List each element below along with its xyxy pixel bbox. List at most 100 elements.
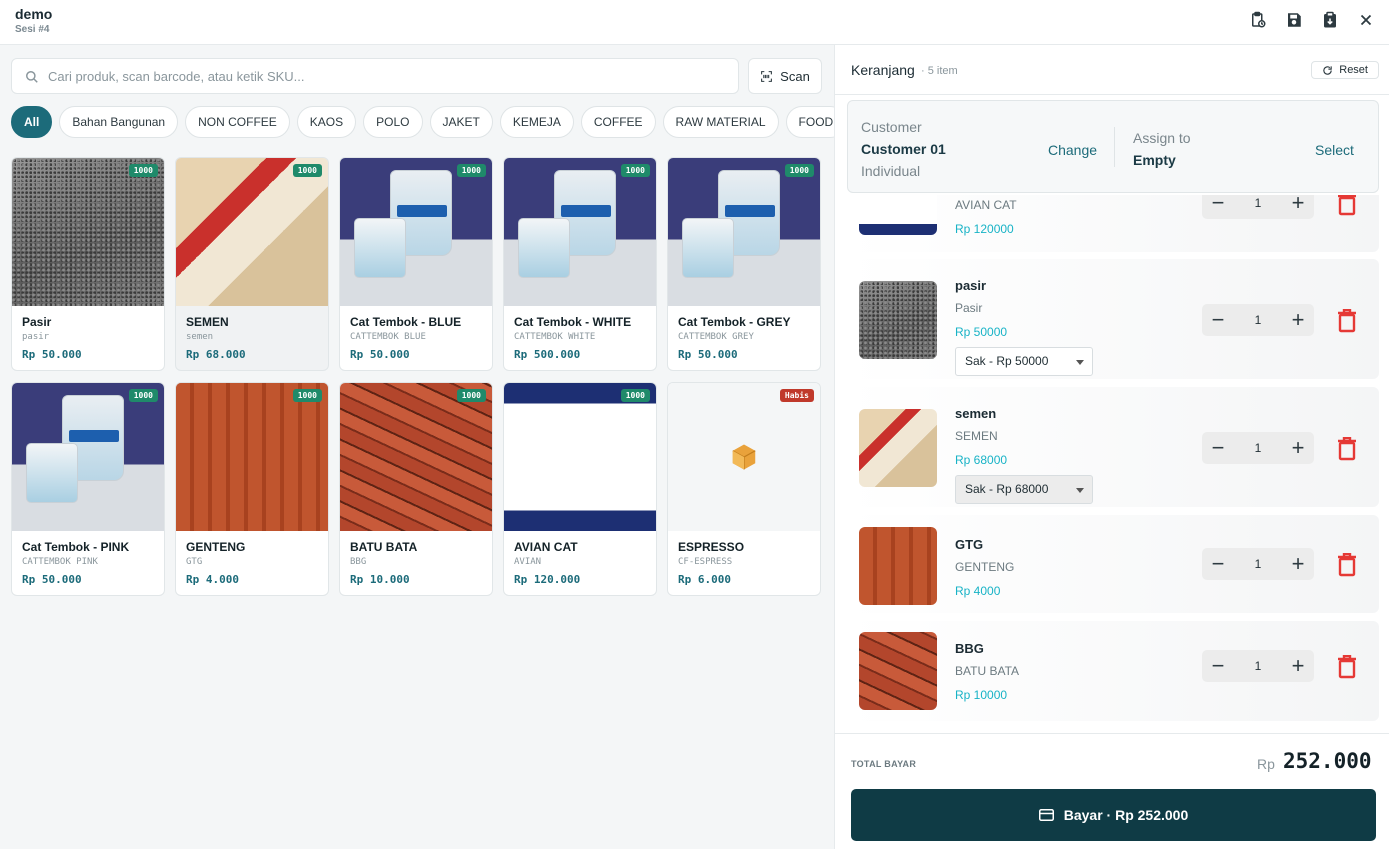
product-name: ESPRESSO bbox=[678, 540, 745, 554]
product-card[interactable]: 1000 SEMEN semen Rp 68.000 bbox=[175, 157, 329, 371]
reset-button[interactable]: Reset bbox=[1311, 61, 1379, 79]
product-sku: CATTEMBOK GREY bbox=[678, 332, 754, 342]
cart-item: GTG GENTENG Rp 4000 − 1 + bbox=[847, 515, 1379, 613]
package-icon bbox=[732, 444, 756, 470]
scan-label: Scan bbox=[780, 68, 810, 84]
session-label: Sesi #4 bbox=[15, 24, 50, 35]
trash-icon[interactable] bbox=[1337, 195, 1357, 216]
close-icon[interactable] bbox=[1357, 11, 1375, 29]
top-bar: demo Sesi #4 bbox=[0, 0, 1389, 45]
product-card[interactable]: 1000 Cat Tembok - GREY CATTEMBOK GREY Rp… bbox=[667, 157, 821, 371]
product-card[interactable]: 1000 AVIAN CAT AVIAN Rp 120.000 bbox=[503, 382, 657, 596]
product-sku: BBG bbox=[350, 557, 367, 567]
category-chip[interactable]: RAW MATERIAL bbox=[662, 106, 779, 138]
save-icon[interactable] bbox=[1285, 11, 1303, 29]
trash-icon[interactable] bbox=[1337, 552, 1357, 577]
product-sku: GTG bbox=[186, 557, 203, 567]
product-price: Rp 50.000 bbox=[350, 348, 410, 361]
product-card[interactable]: 1000 BATU BATA BBG Rp 10.000 bbox=[339, 382, 493, 596]
pay-button[interactable]: Bayar · Rp 252.000 bbox=[851, 789, 1376, 841]
product-image: 1000 bbox=[504, 158, 656, 306]
unit-select[interactable]: Sak - Rp 68000 bbox=[955, 475, 1093, 504]
increase-button[interactable]: + bbox=[1282, 548, 1314, 580]
product-card[interactable]: Habis ESPRESSO CF-ESPRESS Rp 6.000 bbox=[667, 382, 821, 596]
category-chip[interactable]: JAKET bbox=[429, 106, 493, 138]
cart-item-sku: Pasir bbox=[955, 301, 983, 315]
quantity-stepper: − 1 + bbox=[1202, 650, 1314, 682]
decrease-button[interactable]: − bbox=[1202, 432, 1234, 464]
clipboard-icon[interactable] bbox=[1321, 11, 1339, 29]
increase-button[interactable]: + bbox=[1282, 650, 1314, 682]
assign-select-button[interactable]: Select bbox=[1315, 142, 1354, 158]
quantity-stepper: − 1 + bbox=[1202, 304, 1314, 336]
cart-item-price: Rp 10000 bbox=[955, 688, 1008, 702]
trash-icon[interactable] bbox=[1337, 654, 1357, 679]
cart-item-image bbox=[859, 281, 937, 359]
scan-button[interactable]: Scan bbox=[748, 58, 822, 94]
product-panel: Scan AllBahan BangunanNON COFFEEKAOSPOLO… bbox=[0, 45, 834, 849]
category-chip[interactable]: Bahan Bangunan bbox=[59, 106, 179, 138]
category-chip[interactable]: KEMEJA bbox=[499, 106, 574, 138]
category-chip[interactable]: FOOD bbox=[785, 106, 834, 138]
divider bbox=[835, 94, 1389, 95]
stock-badge: 1000 bbox=[620, 389, 650, 402]
cart-item-image bbox=[859, 632, 937, 710]
barcode-scan-icon bbox=[761, 70, 773, 82]
product-price: Rp 10.000 bbox=[350, 573, 410, 586]
assign-label: Assign to bbox=[1133, 130, 1191, 146]
stock-badge: 1000 bbox=[292, 164, 322, 177]
stock-badge: 1000 bbox=[620, 164, 650, 177]
decrease-button[interactable]: − bbox=[1202, 650, 1234, 682]
product-card[interactable]: 1000 Pasir pasir Rp 50.000 bbox=[11, 157, 165, 371]
customer-box: Customer Customer 01 Individual Change A… bbox=[847, 100, 1379, 193]
product-card[interactable]: 1000 Cat Tembok - WHITE CATTEMBOK WHITE … bbox=[503, 157, 657, 371]
search-input[interactable] bbox=[48, 59, 728, 93]
clipboard-clock-icon[interactable] bbox=[1249, 11, 1267, 29]
decrease-button[interactable]: − bbox=[1202, 304, 1234, 336]
unit-select[interactable]: Sak - Rp 50000 bbox=[955, 347, 1093, 376]
category-chip[interactable]: KAOS bbox=[296, 106, 357, 138]
change-customer-button[interactable]: Change bbox=[1048, 142, 1097, 158]
product-image: 1000 bbox=[340, 158, 492, 306]
top-actions bbox=[1249, 11, 1375, 29]
product-name: SEMEN bbox=[186, 315, 229, 329]
stock-badge: 1000 bbox=[128, 389, 158, 402]
category-chip[interactable]: NON COFFEE bbox=[185, 106, 290, 138]
product-card[interactable]: 1000 GENTENG GTG Rp 4.000 bbox=[175, 382, 329, 596]
category-chip[interactable]: POLO bbox=[363, 106, 423, 138]
category-chip[interactable]: COFFEE bbox=[580, 106, 656, 138]
product-image: 1000 bbox=[504, 383, 656, 531]
product-price: Rp 68.000 bbox=[186, 348, 246, 361]
product-name: Cat Tembok - WHITE bbox=[514, 315, 632, 329]
increase-button[interactable]: + bbox=[1282, 195, 1314, 219]
cart-item-price: Rp 120000 bbox=[955, 222, 1014, 236]
product-name: BATU BATA bbox=[350, 540, 418, 554]
divider bbox=[1114, 127, 1115, 167]
stock-badge: 1000 bbox=[128, 164, 158, 177]
product-sku: CATTEMBOK PINK bbox=[22, 557, 98, 567]
product-image: 1000 bbox=[176, 383, 328, 531]
product-price: Rp 120.000 bbox=[514, 573, 581, 586]
product-price: Rp 50.000 bbox=[22, 573, 82, 586]
decrease-button[interactable]: − bbox=[1202, 195, 1234, 219]
cart-items: AVIAN CAT Rp 120000 − 1 + pasir Pasir Rp… bbox=[835, 195, 1389, 733]
category-chip-all[interactable]: All bbox=[11, 106, 53, 138]
trash-icon[interactable] bbox=[1337, 308, 1357, 333]
stock-badge: 1000 bbox=[292, 389, 322, 402]
unit-select-value: Sak - Rp 50000 bbox=[965, 354, 1049, 368]
trash-icon[interactable] bbox=[1337, 436, 1357, 461]
cart-item-title: pasir bbox=[955, 278, 987, 293]
out-of-stock-badge: Habis bbox=[779, 389, 814, 402]
decrease-button[interactable]: − bbox=[1202, 548, 1234, 580]
product-name: Pasir bbox=[22, 315, 52, 329]
cart-item-price: Rp 68000 bbox=[955, 453, 1008, 467]
product-card[interactable]: 1000 Cat Tembok - PINK CATTEMBOK PINK Rp… bbox=[11, 382, 165, 596]
product-sku: semen bbox=[186, 332, 214, 342]
product-image: 1000 bbox=[12, 383, 164, 531]
product-image: 1000 bbox=[176, 158, 328, 306]
increase-button[interactable]: + bbox=[1282, 304, 1314, 336]
total-label: TOTAL BAYAR bbox=[851, 759, 917, 769]
quantity-value: 1 bbox=[1254, 441, 1262, 455]
increase-button[interactable]: + bbox=[1282, 432, 1314, 464]
product-card[interactable]: 1000 Cat Tembok - BLUE CATTEMBOK BLUE Rp… bbox=[339, 157, 493, 371]
